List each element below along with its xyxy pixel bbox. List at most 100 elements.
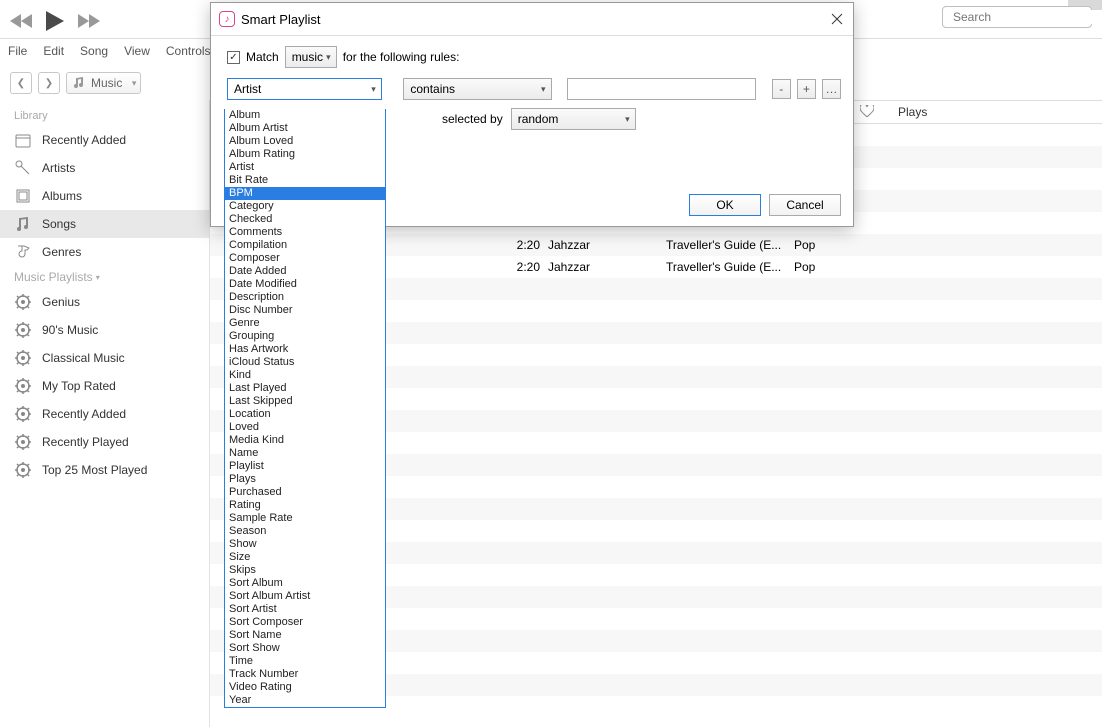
play-button[interactable]	[40, 10, 70, 32]
dropdown-option[interactable]: Loved	[225, 421, 385, 434]
sidebar-item-albums[interactable]: Albums	[0, 182, 209, 210]
dropdown-option[interactable]: Compilation	[225, 239, 385, 252]
dropdown-option[interactable]: Year	[225, 694, 385, 707]
cancel-button[interactable]: Cancel	[769, 194, 841, 216]
sidebar-playlist-item[interactable]: 90's Music	[0, 316, 209, 344]
dropdown-option[interactable]: Album Rating	[225, 148, 385, 161]
dropdown-option[interactable]: Composer	[225, 252, 385, 265]
gear-icon	[14, 433, 32, 451]
menu-edit[interactable]: Edit	[43, 44, 64, 58]
dropdown-option[interactable]: Kind	[225, 369, 385, 382]
sidebar-item-songs[interactable]: Songs	[0, 210, 209, 238]
dropdown-option[interactable]: Skips	[225, 564, 385, 577]
track-genre: Pop	[794, 238, 815, 252]
sidebar-playlist-item[interactable]: Recently Added	[0, 400, 209, 428]
dropdown-option[interactable]: Season	[225, 525, 385, 538]
dropdown-option[interactable]: Sort Artist	[225, 603, 385, 616]
rule-operator-select[interactable]: contains ▾	[403, 78, 551, 100]
rule-plus-button[interactable]: +	[797, 79, 816, 99]
dropdown-option[interactable]: Sort Composer	[225, 616, 385, 629]
dropdown-option[interactable]: Show	[225, 538, 385, 551]
rule-value-input[interactable]	[567, 78, 756, 100]
dropdown-option[interactable]: Name	[225, 447, 385, 460]
dropdown-option[interactable]: Rating	[225, 499, 385, 512]
plays-column-header[interactable]: Plays	[898, 105, 927, 119]
dropdown-option[interactable]: BPM	[225, 187, 385, 200]
dialog-close-button[interactable]	[829, 11, 845, 27]
sidebar-item-recently-added[interactable]: Recently Added	[0, 126, 209, 154]
dropdown-option[interactable]: Date Modified	[225, 278, 385, 291]
rule-field-dropdown[interactable]: AlbumAlbum ArtistAlbum LovedAlbum Rating…	[224, 109, 386, 708]
sidebar-playlist-item[interactable]: Recently Played	[0, 428, 209, 456]
sidebar-playlist-item[interactable]: Top 25 Most Played	[0, 456, 209, 484]
sidebar-playlist-item[interactable]: Genius	[0, 288, 209, 316]
media-picker-label: Music	[91, 76, 122, 90]
love-column-icon[interactable]	[860, 105, 874, 120]
dropdown-option[interactable]: Bit Rate	[225, 174, 385, 187]
rule-nest-button[interactable]: …	[822, 79, 841, 99]
dropdown-option[interactable]: Last Played	[225, 382, 385, 395]
sidebar-section-playlists[interactable]: Music Playlists ▾	[0, 266, 209, 288]
previous-track-button[interactable]	[6, 10, 36, 32]
dialog-title: Smart Playlist	[241, 12, 829, 27]
dropdown-option[interactable]: Description	[225, 291, 385, 304]
dropdown-option[interactable]: Video Rating	[225, 681, 385, 694]
sidebar-playlist-item[interactable]: Classical Music	[0, 344, 209, 372]
chevron-down-icon: ▾	[326, 52, 331, 63]
gear-icon	[14, 461, 32, 479]
search-field[interactable]	[942, 6, 1092, 28]
dropdown-option[interactable]: Track Number	[225, 668, 385, 681]
dropdown-option[interactable]: Time	[225, 655, 385, 668]
dropdown-option[interactable]: Plays	[225, 473, 385, 486]
dropdown-option[interactable]: Checked	[225, 213, 385, 226]
dropdown-option[interactable]: Comments	[225, 226, 385, 239]
dropdown-option[interactable]: Sample Rate	[225, 512, 385, 525]
dropdown-option[interactable]: Playlist	[225, 460, 385, 473]
close-icon	[831, 13, 843, 25]
track-album: Traveller's Guide (E...	[666, 260, 786, 274]
match-type-select[interactable]: music ▾	[285, 46, 337, 68]
dropdown-option[interactable]: Last Skipped	[225, 395, 385, 408]
dropdown-option[interactable]: Date Added	[225, 265, 385, 278]
dropdown-option[interactable]: Purchased	[225, 486, 385, 499]
genius-icon	[14, 293, 32, 311]
dropdown-option[interactable]: Size	[225, 551, 385, 564]
rule-field-select[interactable]: Artist ▾	[227, 78, 382, 100]
sidebar-item-artists[interactable]: Artists	[0, 154, 209, 182]
menu-view[interactable]: View	[124, 44, 150, 58]
media-picker[interactable]: Music ▾	[66, 72, 141, 94]
search-input[interactable]	[953, 10, 1102, 24]
dropdown-option[interactable]: Has Artwork	[225, 343, 385, 356]
dropdown-option[interactable]: Media Kind	[225, 434, 385, 447]
sidebar-playlist-item[interactable]: My Top Rated	[0, 372, 209, 400]
dropdown-option[interactable]: Category	[225, 200, 385, 213]
dropdown-option[interactable]: Sort Name	[225, 629, 385, 642]
menu-file[interactable]: File	[8, 44, 27, 58]
dropdown-option[interactable]: Album	[225, 109, 385, 122]
dropdown-option[interactable]: Artist	[225, 161, 385, 174]
dropdown-option[interactable]: Sort Album Artist	[225, 590, 385, 603]
menu-song[interactable]: Song	[80, 44, 108, 58]
dropdown-option[interactable]: Sort Show	[225, 642, 385, 655]
dropdown-option[interactable]: Album Loved	[225, 135, 385, 148]
dropdown-option[interactable]: Disc Number	[225, 304, 385, 317]
selected-by-select[interactable]: random ▾	[511, 108, 636, 130]
forward-button[interactable]: ❯	[38, 72, 60, 94]
sidebar-item-genres[interactable]: Genres	[0, 238, 209, 266]
ok-button[interactable]: OK	[689, 194, 761, 216]
dropdown-option[interactable]: Location	[225, 408, 385, 421]
rule-minus-button[interactable]: -	[772, 79, 791, 99]
recently-added-icon	[14, 131, 32, 149]
selected-by-label: selected by	[442, 112, 503, 126]
dropdown-option[interactable]: iCloud Status	[225, 356, 385, 369]
sidebar-item-label: Top 25 Most Played	[42, 463, 147, 477]
genres-icon	[14, 243, 32, 261]
dropdown-option[interactable]: Album Artist	[225, 122, 385, 135]
dropdown-option[interactable]: Sort Album	[225, 577, 385, 590]
dropdown-option[interactable]: Grouping	[225, 330, 385, 343]
menu-controls[interactable]: Controls	[166, 44, 211, 58]
next-track-button[interactable]	[74, 10, 104, 32]
match-checkbox[interactable]: ✓	[227, 51, 240, 64]
dropdown-option[interactable]: Genre	[225, 317, 385, 330]
back-button[interactable]: ❮	[10, 72, 32, 94]
